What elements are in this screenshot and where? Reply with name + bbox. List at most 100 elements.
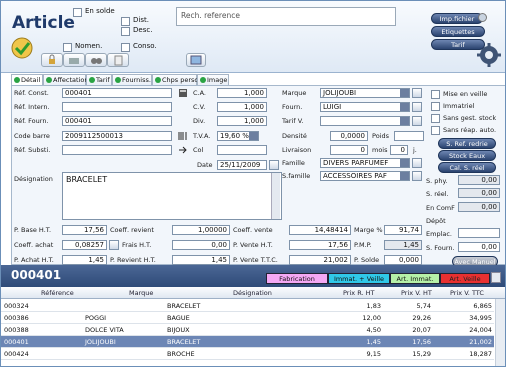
coeff-achat-label: Coeff. achat (14, 241, 54, 249)
export-icon[interactable] (491, 272, 501, 283)
s-fourn-field[interactable]: 0,00 (458, 242, 500, 252)
mise-en-veille-checkbox[interactable] (431, 90, 440, 99)
densite-field[interactable]: 0,0000 (330, 131, 368, 141)
marque-edit-button[interactable] (412, 88, 422, 98)
mois-field[interactable]: 0 (390, 145, 408, 155)
tab-label: Détail (21, 76, 41, 84)
table-row[interactable]: 000324 BRACELET 1,83 5,74 6,865 (1, 300, 494, 312)
nomen-checkbox[interactable] (63, 43, 72, 52)
marge-field[interactable]: 91,74 (384, 225, 422, 235)
col-prix-v-ttc[interactable]: Prix V. TTC (450, 289, 484, 297)
calendar-icon[interactable] (269, 160, 279, 170)
sans-gest-stock-checkbox[interactable] (431, 114, 440, 123)
table-row[interactable]: 000388 DOLCE VITA BIJOUX 4,50 20,07 24,0… (1, 324, 494, 336)
etiquettes-button[interactable]: Etiquettes (431, 26, 485, 37)
wrench-icon (478, 13, 487, 22)
coeff-achat-field[interactable]: 0,08257 (62, 240, 107, 250)
pvente-ttc-field[interactable]: 21,002 (289, 255, 351, 265)
arrow-right-icon[interactable] (178, 145, 188, 155)
col-marque[interactable]: Marque (129, 289, 153, 297)
sans-reap-auto-checkbox[interactable] (431, 126, 440, 135)
dist-checkbox[interactable] (121, 17, 130, 26)
cell-designation: BROCHE (167, 350, 195, 358)
imp-fichier-button[interactable]: Imp.fichier (431, 13, 483, 24)
frais-field[interactable]: 0,00 (172, 240, 230, 250)
status-dot-icon (89, 77, 95, 83)
image-icon[interactable] (186, 53, 206, 67)
binoculars-icon[interactable] (85, 53, 107, 67)
tab-label: Image (207, 76, 228, 84)
table-row[interactable]: 000424 BROCHE 9,15 15,29 18,287 (1, 348, 494, 360)
print-icon[interactable] (63, 53, 85, 67)
ca-field[interactable]: 1,000 (217, 88, 267, 98)
immatriel-checkbox[interactable] (431, 102, 440, 111)
col-reference[interactable]: Référence (41, 289, 74, 297)
barcode-icon[interactable] (178, 131, 188, 141)
previent-label: P. Revient H.T. (110, 256, 156, 264)
en-solde-checkbox[interactable] (73, 8, 82, 17)
s-fourn-label: S. Fourn. (426, 244, 455, 252)
cal-sreel-button[interactable]: Cal. S. réel (438, 162, 496, 173)
en-solde-label: En solde (85, 7, 115, 15)
pvente-ht-field[interactable]: 17,56 (289, 240, 351, 250)
cv-field[interactable]: 1,000 (217, 102, 267, 112)
desc-checkbox[interactable] (121, 27, 130, 36)
div-field[interactable]: 1,000 (217, 116, 267, 126)
stock-eaux-button[interactable]: Stock Eaux (438, 150, 496, 161)
sfamille-edit-button[interactable] (412, 171, 422, 181)
tva-select[interactable]: 19,60 % (217, 131, 259, 141)
ref-intern-field[interactable] (62, 102, 172, 112)
emplac-field[interactable] (458, 228, 500, 238)
table-row[interactable]: 000386 POGGI BAGUE 12,00 29,26 34,995 (1, 312, 494, 324)
designation-textarea[interactable]: BRACELET (62, 172, 282, 220)
en-comf-field: 0,00 (458, 202, 500, 212)
conso-checkbox[interactable] (121, 43, 130, 52)
tarifv-select[interactable] (320, 116, 410, 126)
pbase-field[interactable]: 17,56 (62, 225, 107, 235)
code-barre-field[interactable]: 2009112500013 (62, 131, 172, 141)
fourn-select[interactable]: LUIGI (320, 102, 410, 112)
col-designation[interactable]: Désignation (233, 289, 272, 297)
psolde-field[interactable]: 0,000 (384, 255, 422, 265)
list-scrollbar[interactable] (495, 299, 505, 366)
en-comf-label: En ComF (426, 204, 455, 212)
livraison-field[interactable]: 0 (330, 145, 368, 155)
poids-field[interactable] (394, 131, 424, 141)
ref-substi-label: Réf. Substi. (14, 146, 51, 154)
table-row-selected[interactable]: 000401 JOLIJOUBI BRACELET 1,45 17,56 21,… (1, 336, 494, 348)
status-dot-icon (155, 77, 161, 83)
sfamille-select[interactable]: ACCESSOIRES PAF (320, 171, 410, 181)
designation-label: Désignation (14, 175, 53, 183)
marque-select[interactable]: JOLIJOUBI (320, 88, 410, 98)
lock-icon[interactable] (41, 53, 63, 67)
column-headers: Référence Marque Désignation Prix R. HT … (1, 287, 505, 299)
gear-icon[interactable] (477, 43, 501, 67)
coeff-vente-field[interactable]: 14,48414 (289, 225, 351, 235)
date-field[interactable]: 25/11/2009 (217, 160, 267, 170)
tarifv-edit-button[interactable] (412, 116, 422, 126)
ref-fourn-field[interactable]: 000401 (62, 116, 172, 126)
coeff-revient-field[interactable]: 1,00000 (172, 225, 230, 235)
coeff-achat-calc-button[interactable] (109, 240, 119, 250)
ref-substi-field[interactable] (62, 145, 172, 155)
calculator-icon[interactable] (178, 88, 188, 98)
fourn-edit-button[interactable] (412, 102, 422, 112)
frais-label: Frais H.T. (122, 241, 152, 249)
status-dot-icon (14, 77, 20, 83)
famille-select[interactable]: DIVERS PARFUMEF (320, 158, 410, 168)
search-input[interactable]: Rech. reference (176, 7, 396, 26)
designation-scrollbar[interactable] (271, 173, 280, 219)
famille-edit-button[interactable] (412, 158, 422, 168)
cell-ref: 000324 (4, 302, 29, 310)
s-phy-label: S. phy. (426, 177, 448, 185)
col-prix-v-ht[interactable]: Prix V. HT (401, 289, 432, 297)
desc-label: Desc. (133, 26, 153, 34)
previent-field[interactable]: 1,45 (172, 255, 230, 265)
pachat-field[interactable]: 1,45 (62, 255, 107, 265)
psolde-label: P. Solde (354, 256, 380, 264)
document-icon[interactable] (107, 53, 129, 67)
ref-const-field[interactable]: 000401 (62, 88, 172, 98)
s-ref-redrie-button[interactable]: S. Ref. redrie (438, 138, 496, 149)
col-prix-r-ht[interactable]: Prix R. HT (343, 289, 374, 297)
col-field[interactable] (217, 145, 267, 155)
